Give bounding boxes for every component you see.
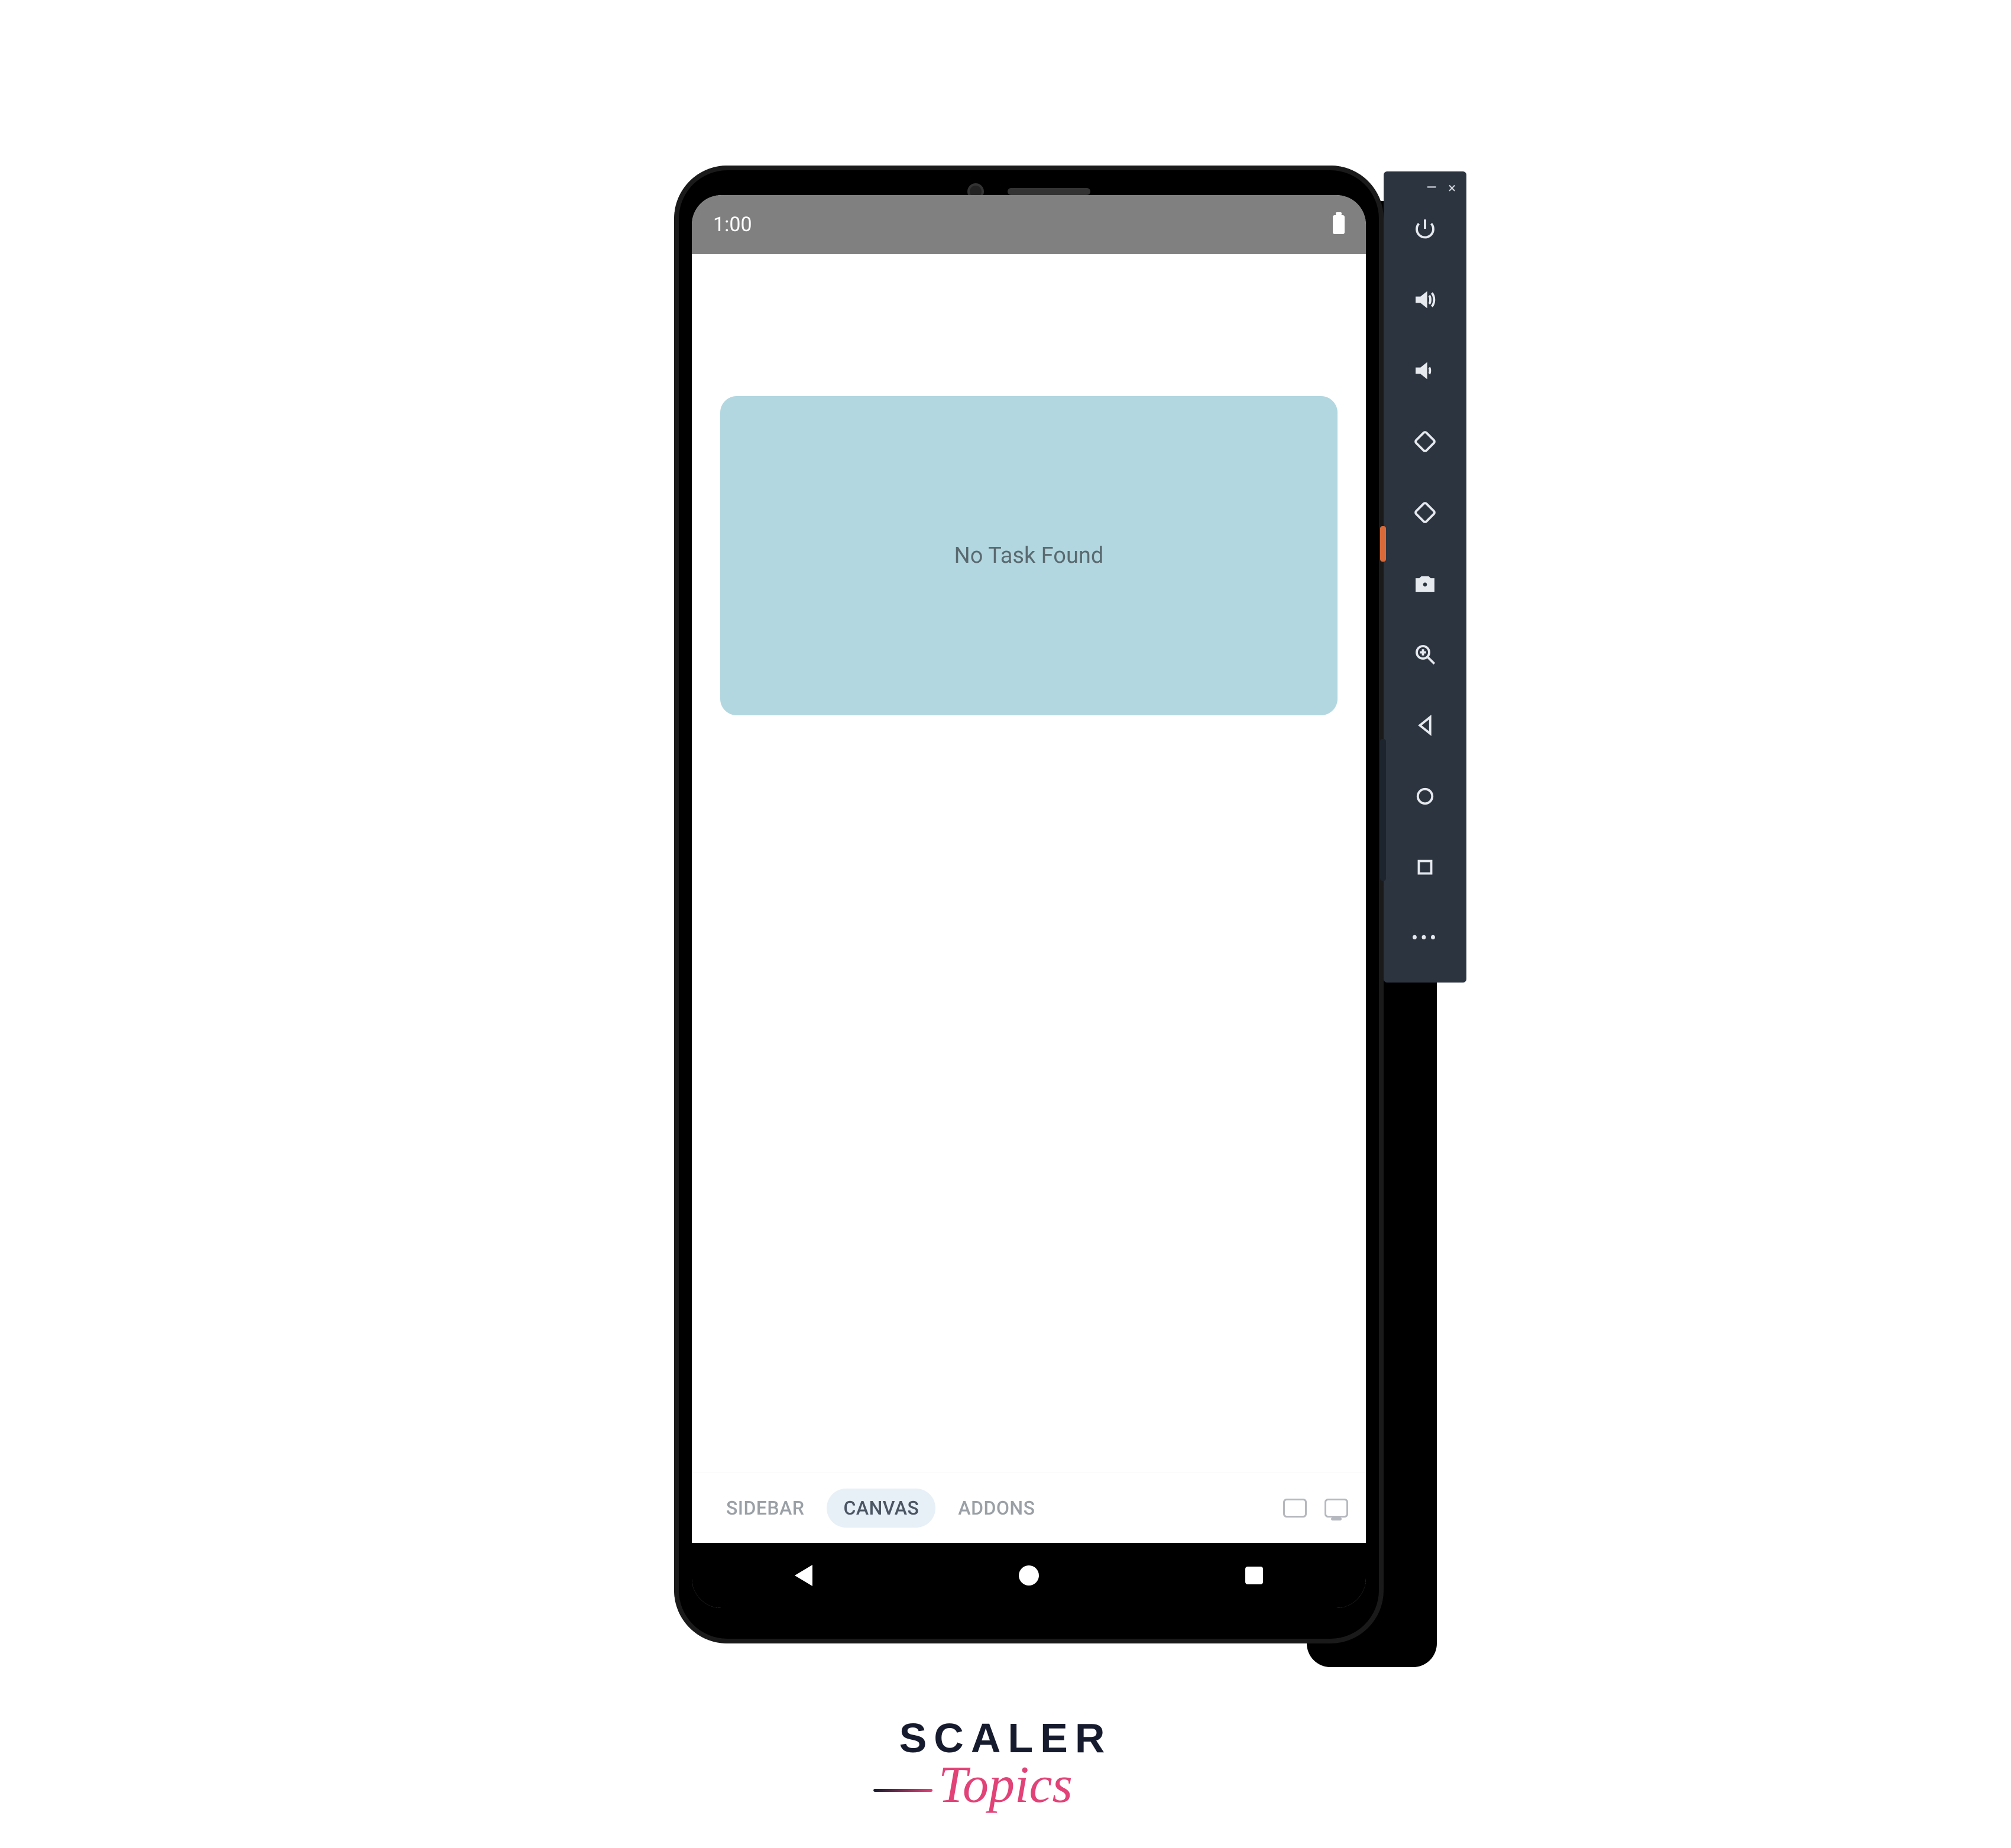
nav-back-icon[interactable]: [795, 1565, 812, 1586]
battery-icon: [1333, 215, 1345, 234]
minimize-button[interactable]: –: [1426, 183, 1438, 193]
phone-speaker: [1008, 188, 1090, 195]
camera-icon[interactable]: [1410, 569, 1440, 598]
volume-strip: [1380, 739, 1386, 881]
back-icon[interactable]: [1410, 711, 1440, 740]
power-button-strip: [1380, 526, 1386, 562]
power-icon[interactable]: [1410, 214, 1440, 244]
branding: SCALER Topics: [899, 1714, 1112, 1808]
close-button[interactable]: ×: [1448, 183, 1456, 193]
monitor-icon[interactable]: [1325, 1499, 1348, 1518]
more-icon[interactable]: •••: [1410, 923, 1440, 953]
status-time: 1:00: [713, 213, 752, 236]
nav-home-icon[interactable]: [1019, 1565, 1039, 1586]
no-task-label: No Task Found: [954, 543, 1104, 569]
logo-main: SCALER: [899, 1714, 1112, 1762]
tab-sidebar[interactable]: SIDEBAR: [710, 1489, 821, 1528]
emulator-side-panel: – ×: [1384, 171, 1466, 983]
phone-frame: 1:00 No Task Found SIDEBAR CANVAS ADDONS: [674, 166, 1384, 1643]
volume-up-icon[interactable]: [1410, 285, 1440, 315]
status-icons: [1333, 215, 1345, 234]
home-icon[interactable]: [1410, 782, 1440, 811]
status-bar: 1:00: [692, 195, 1366, 254]
app-body: No Task Found SIDEBAR CANVAS ADDONS: [692, 254, 1366, 1543]
logo-sub: Topics: [938, 1756, 1073, 1814]
rotate-left-icon[interactable]: [1410, 427, 1440, 456]
rotate-right-icon[interactable]: [1410, 498, 1440, 527]
logo-line: [873, 1789, 932, 1792]
nav-overview-icon[interactable]: [1245, 1567, 1263, 1584]
tablet-icon[interactable]: [1283, 1499, 1307, 1518]
tab-addons[interactable]: ADDONS: [941, 1489, 1051, 1528]
android-nav: [692, 1543, 1366, 1608]
panel-window-controls: – ×: [1384, 179, 1466, 196]
phone-screen: 1:00 No Task Found SIDEBAR CANVAS ADDONS: [692, 195, 1366, 1608]
zoom-icon[interactable]: [1410, 640, 1440, 669]
emulator-container: 1:00 No Task Found SIDEBAR CANVAS ADDONS: [674, 166, 1466, 1643]
task-card: No Task Found: [720, 396, 1338, 715]
tab-canvas[interactable]: CANVAS: [827, 1489, 935, 1528]
volume-down-icon[interactable]: [1410, 356, 1440, 385]
bottom-tabs: SIDEBAR CANVAS ADDONS: [692, 1472, 1366, 1543]
overview-icon[interactable]: [1410, 852, 1440, 882]
